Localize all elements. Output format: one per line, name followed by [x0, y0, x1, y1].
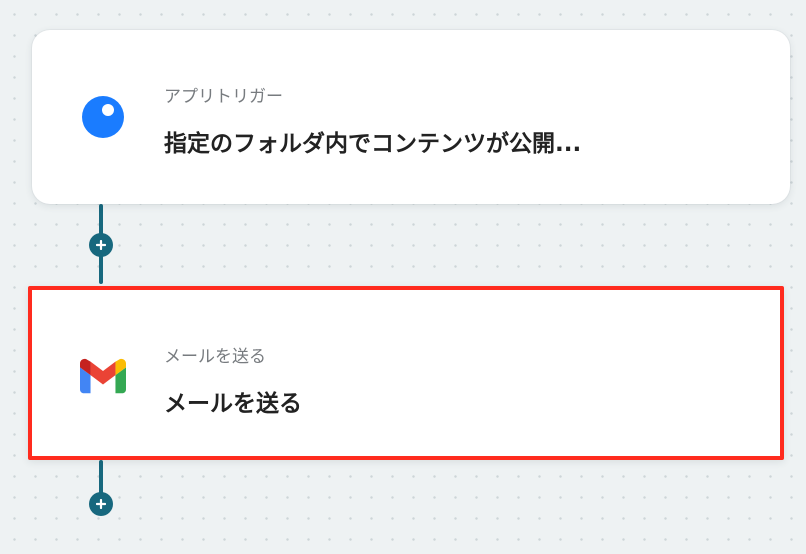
trigger-step-title: 指定のフォルダ内でコンテンツが公開...	[164, 131, 582, 157]
connector-line-bottom	[99, 460, 103, 496]
trigger-step-card[interactable]: アプリトリガー 指定のフォルダ内でコンテンツが公開...	[32, 30, 790, 204]
trigger-step-subtitle: アプリトリガー	[164, 87, 283, 107]
app-trigger-icon	[80, 94, 126, 140]
add-step-button[interactable]	[89, 233, 113, 257]
plus-icon	[96, 240, 106, 250]
send-mail-step-title: メールを送る	[164, 391, 302, 417]
gmail-icon	[80, 354, 126, 400]
send-mail-step-subtitle: メールを送る	[164, 347, 266, 367]
add-step-button[interactable]	[89, 492, 113, 516]
plus-icon	[96, 499, 106, 509]
send-mail-step-card[interactable]: メールを送る メールを送る	[28, 286, 784, 460]
